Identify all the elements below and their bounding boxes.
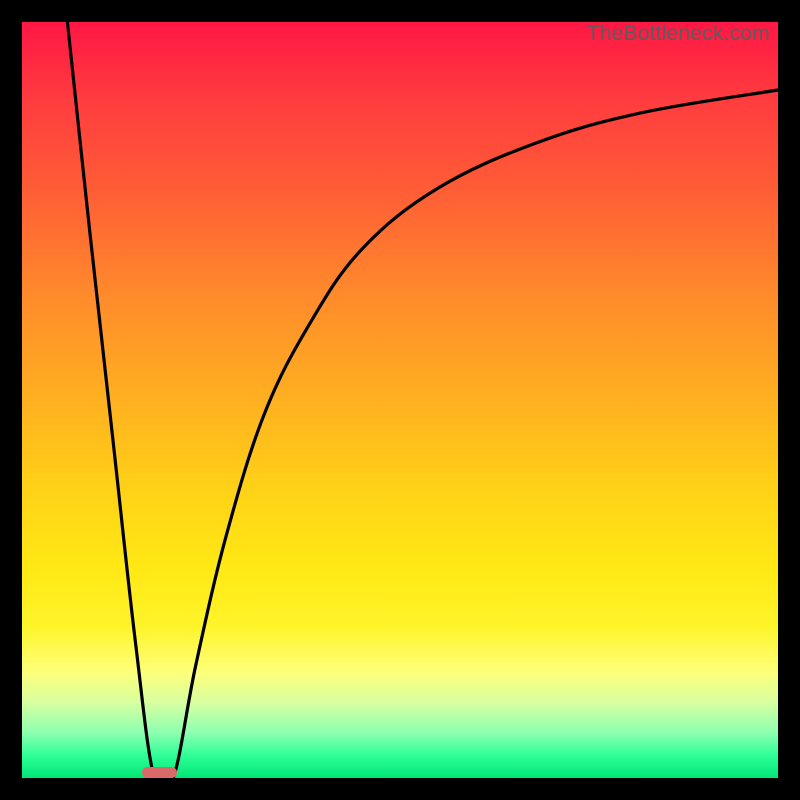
chart-frame: TheBottleneck.com [0, 0, 800, 800]
plot-area: TheBottleneck.com [22, 22, 778, 778]
optimal-marker [142, 767, 178, 778]
bottleneck-curve [22, 22, 778, 778]
watermark-text: TheBottleneck.com [587, 22, 770, 46]
